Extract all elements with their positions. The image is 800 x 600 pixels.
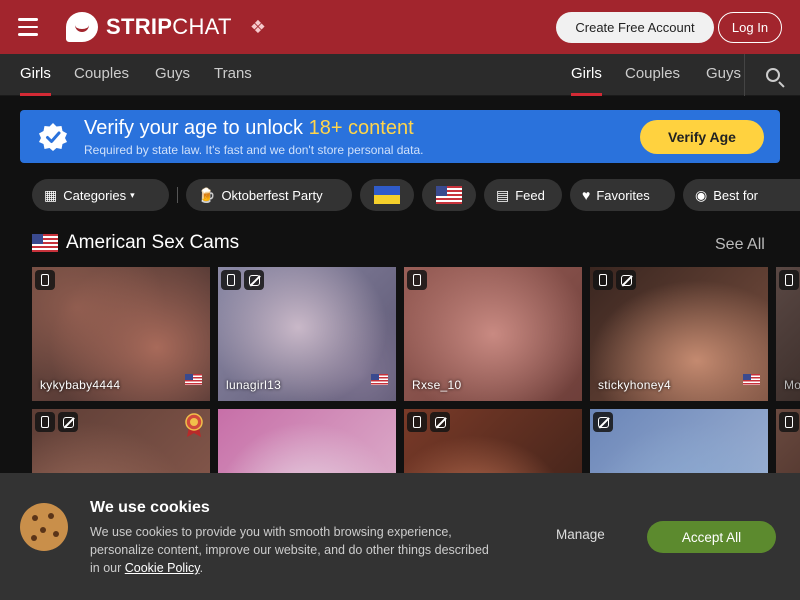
grid-icon: ▦ [44, 186, 58, 203]
logo-mark-icon [66, 12, 98, 42]
usa-flag-icon [743, 374, 760, 385]
favorites-label: Favorites [596, 187, 650, 203]
cookie-banner: We use cookies We use cookies to provide… [0, 473, 800, 600]
private-no-camera-icon [593, 412, 613, 432]
usa-flag-icon [185, 374, 202, 385]
nav-guys[interactable]: Guys [155, 54, 190, 96]
verified-badge-icon [39, 123, 67, 151]
favorites-filter[interactable]: ♥ Favorites [570, 179, 675, 211]
award-ribbon-icon [185, 413, 203, 437]
usa-flag-filter[interactable] [422, 179, 476, 211]
categories-label: Categories [63, 187, 127, 203]
login-button[interactable]: Log In [718, 12, 782, 43]
verify-age-banner: Verify your age to unlock 18+ content Re… [20, 110, 780, 163]
best-for-filter[interactable]: ◉ Best for [683, 179, 800, 211]
see-all-link[interactable]: See All [715, 236, 765, 254]
model-name: lunagirl13 [226, 378, 282, 392]
search-icon [765, 68, 780, 82]
accept-all-button[interactable]: Accept All [647, 521, 776, 553]
mobile-icon [779, 270, 799, 290]
manage-cookies-button[interactable]: Manage [556, 527, 605, 542]
model-name: Rxse_10 [412, 378, 462, 392]
category-nav: Girls Couples Guys Trans Girls Couples G… [0, 54, 800, 96]
oktoberfest-label: Oktoberfest Party [221, 187, 323, 203]
gift-icon[interactable]: ❖ [248, 17, 268, 37]
stripchat-logo[interactable]: STRIPCHAT [66, 12, 232, 42]
model-card[interactable]: Rxse_10 [404, 267, 582, 401]
mobile-icon [593, 270, 613, 290]
cookie-title: We use cookies [90, 499, 210, 516]
mobile-icon [35, 270, 55, 290]
usa-flag-icon [436, 186, 462, 204]
nav-couples-right[interactable]: Couples [625, 54, 680, 96]
private-no-camera-icon [244, 270, 264, 290]
model-card[interactable]: stickyhoney4 [590, 267, 768, 401]
best-for-label: Best for [713, 187, 759, 203]
brand-name-bold: STRIP [106, 14, 173, 39]
usa-flag-icon [371, 374, 388, 385]
chat-bubbles-icon: ◉ [695, 186, 708, 203]
model-name: kykybaby4444 [40, 378, 121, 392]
brand-name-light: CHAT [172, 14, 232, 39]
verify-subtitle: Required by state law. It's fast and we … [84, 143, 424, 157]
search-button[interactable] [744, 54, 800, 96]
nav-girls-right[interactable]: Girls [571, 54, 602, 96]
filter-divider [177, 187, 178, 203]
ukraine-flag-filter[interactable] [360, 179, 414, 211]
model-card[interactable]: kykybaby4444 [32, 267, 210, 401]
model-name: stickyhoney4 [598, 378, 671, 392]
cookie-text: We use cookies to provide you with smoot… [90, 525, 489, 575]
section-header: American Sex Cams [32, 230, 239, 256]
mobile-icon [221, 270, 241, 290]
model-card[interactable]: Mo [776, 267, 800, 401]
beer-mug-icon: 🍺 [198, 186, 216, 203]
ukraine-flag-icon [374, 186, 400, 204]
nav-girls[interactable]: Girls [20, 54, 51, 96]
model-name: Mo [784, 378, 800, 392]
cookie-policy-link[interactable]: Cookie Policy [125, 561, 200, 575]
model-card[interactable]: lunagirl13 [218, 267, 396, 401]
feed-label: Feed [515, 187, 545, 203]
mobile-icon [407, 270, 427, 290]
heart-icon: ♥ [582, 187, 591, 203]
mobile-icon [407, 412, 427, 432]
private-no-camera-icon [616, 270, 636, 290]
private-no-camera-icon [430, 412, 450, 432]
feed-filter[interactable]: ▤ Feed [484, 179, 562, 211]
verify-age-button[interactable]: Verify Age [640, 120, 764, 154]
verify-title-prefix: Verify your age to unlock [84, 117, 309, 139]
nav-couples[interactable]: Couples [74, 54, 129, 96]
filter-bar: ▦ Categories ▾ 🍺 Oktoberfest Party ▤ Fee… [0, 179, 800, 211]
section-title: American Sex Cams [66, 232, 240, 253]
hamburger-menu-icon[interactable] [18, 18, 38, 36]
nav-guys-right[interactable]: Guys [706, 54, 741, 96]
top-bar: STRIPCHAT ❖ Create Free Account Log In [0, 0, 800, 54]
cookie-icon [20, 503, 68, 551]
feed-icon: ▤ [496, 186, 510, 203]
oktoberfest-filter[interactable]: 🍺 Oktoberfest Party [186, 179, 352, 211]
nav-trans[interactable]: Trans [214, 54, 252, 96]
verify-title-highlight: 18+ content [308, 117, 414, 139]
create-account-button[interactable]: Create Free Account [556, 12, 714, 43]
categories-dropdown[interactable]: ▦ Categories ▾ [32, 179, 169, 211]
mobile-icon [779, 412, 799, 432]
verify-title: Verify your age to unlock 18+ content [84, 117, 414, 140]
mobile-icon [35, 412, 55, 432]
usa-flag-icon [32, 234, 58, 252]
caret-down-icon: ▾ [130, 189, 135, 200]
private-no-camera-icon [58, 412, 78, 432]
